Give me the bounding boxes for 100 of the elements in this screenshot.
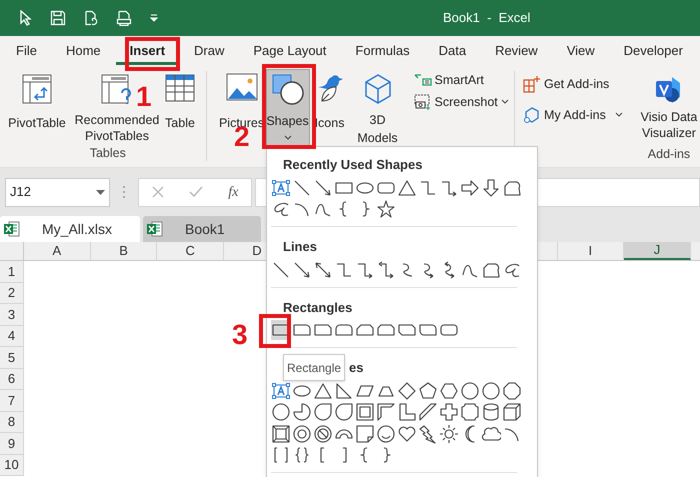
annotation-frame (125, 37, 180, 71)
row-header[interactable]: 9 (0, 433, 24, 454)
section-heading: Rectangles (283, 298, 352, 317)
ribbon-tab[interactable]: Review (481, 36, 552, 65)
customize-toolbar-icon[interactable] (149, 13, 159, 23)
my-add-ins-button[interactable]: My Add-ins (522, 106, 638, 124)
group-label: Tables (90, 145, 126, 162)
heart-icon[interactable] (397, 424, 417, 444)
cylinder-icon[interactable] (481, 402, 501, 422)
window-title: Book1 - Excel (443, 9, 530, 28)
pie-icon[interactable] (292, 402, 312, 422)
sun-icon[interactable] (439, 424, 459, 444)
right-triangle-icon[interactable] (334, 380, 354, 401)
smiley-icon[interactable] (376, 424, 396, 444)
pentagon-icon[interactable] (418, 380, 438, 401)
bevel-icon[interactable] (271, 424, 291, 444)
text-box-icon[interactable] (271, 380, 291, 401)
column-header[interactable]: C (157, 242, 224, 260)
teardrop-icon[interactable] (313, 402, 333, 422)
straight-line-icon[interactable] (271, 260, 291, 280)
visio-data-visualizer-button[interactable]: Visio Data Visualizer (638, 75, 700, 141)
smartart-icon (414, 73, 432, 88)
ribbon-tab[interactable]: Formulas (341, 36, 424, 65)
cross-icon[interactable] (439, 402, 459, 422)
down-arrow-icon[interactable] (481, 178, 501, 198)
workbook-tab[interactable]: Book1 (143, 216, 261, 242)
get-add-ins-button[interactable]: Get Add-ins (522, 75, 638, 94)
row-header[interactable]: 10 (0, 454, 24, 476)
camera-icon (414, 94, 432, 110)
dropdown-arrow-icon (96, 190, 105, 194)
row-header[interactable]: 2 (0, 282, 24, 304)
smartart-button[interactable]: SmartArt (414, 71, 509, 90)
row-header[interactable]: 1 (0, 261, 24, 282)
row-header[interactable]: 5 (0, 347, 24, 368)
row-header[interactable]: 8 (0, 412, 24, 433)
circle-icon[interactable] (271, 402, 291, 422)
straight-line-icon[interactable] (292, 178, 312, 198)
row-header[interactable]: 3 (0, 304, 24, 326)
lightning-icon[interactable] (418, 424, 438, 444)
l-shape-icon[interactable] (397, 402, 417, 422)
triangle-icon[interactable] (313, 380, 333, 401)
diagonal-stripe-icon[interactable] (418, 402, 438, 422)
add-grid-icon (522, 75, 541, 94)
print-preview-icon[interactable] (116, 10, 132, 26)
triangle-icon[interactable] (397, 178, 417, 198)
ribbon-tab[interactable]: Home (52, 36, 115, 65)
shapes-button[interactable]: Shapes (266, 69, 310, 147)
cube-icon (362, 73, 393, 105)
arrow-line-icon[interactable] (292, 260, 312, 280)
row-header[interactable]: 4 (0, 326, 24, 347)
ribbon-tab[interactable]: Data (424, 36, 480, 65)
name-box[interactable]: J12 (5, 178, 110, 206)
annotation-frame (259, 314, 291, 348)
double-arrow-line-icon[interactable] (313, 260, 333, 280)
no-symbol-icon[interactable] (313, 424, 333, 444)
group-label: Add-ins (648, 146, 690, 163)
circle-icon[interactable] (460, 380, 480, 401)
circle-icon[interactable] (481, 380, 501, 401)
caret-icon (284, 134, 292, 141)
column-header[interactable]: A (24, 242, 91, 260)
octagon-icon[interactable] (502, 380, 522, 401)
ribbon-tab[interactable]: Draw (180, 36, 238, 65)
diamond-icon[interactable] (397, 380, 417, 401)
arrow-line-icon[interactable] (313, 178, 333, 198)
right-arrow-icon[interactable] (460, 178, 480, 198)
hexagon-icon (522, 106, 541, 124)
undo-document-icon[interactable] (83, 10, 99, 26)
teardrop-icon[interactable] (334, 402, 354, 422)
screenshot-button[interactable]: Screenshot (414, 92, 509, 112)
insert-function-button[interactable]: fx (228, 182, 238, 202)
section-heading: es (349, 359, 364, 378)
text-box-icon[interactable] (271, 178, 291, 198)
column-header[interactable]: I (558, 242, 624, 260)
row-header[interactable]: 7 (0, 390, 24, 412)
tooltip: Rectangle (283, 354, 346, 381)
workbook-tab[interactable]: My_All.xlsx (0, 216, 140, 242)
ribbon-tab[interactable]: Developer (610, 36, 697, 65)
save-icon[interactable] (50, 10, 66, 26)
column-header[interactable]: B (90, 242, 158, 260)
section-heading: Recently Used Shapes (283, 156, 422, 174)
ribbon-tab[interactable]: Page Layout (239, 36, 340, 65)
row-header[interactable]: 6 (0, 368, 24, 390)
frame-icon[interactable] (355, 402, 375, 422)
pivot-table-button[interactable]: PivotTable (0, 73, 74, 144)
plaque-icon[interactable] (460, 402, 480, 422)
hexagon-icon[interactable] (439, 380, 459, 401)
pointer-icon[interactable] (19, 10, 33, 26)
caret-icon (614, 112, 623, 118)
table-button[interactable]: Table (160, 73, 200, 144)
ribbon-tab[interactable]: File (2, 36, 51, 65)
grip-icon[interactable] (122, 185, 126, 199)
cube-icon[interactable] (502, 402, 522, 422)
star-icon[interactable] (376, 199, 396, 220)
folded-corner-icon[interactable] (355, 424, 375, 444)
elbow-double-arrow-connector-icon[interactable] (376, 260, 396, 280)
check-icon[interactable] (188, 186, 203, 198)
half-frame-icon[interactable] (376, 402, 396, 422)
ribbon-tab[interactable]: View (552, 36, 609, 65)
donut-icon[interactable] (292, 424, 312, 444)
column-header[interactable]: J (624, 242, 691, 260)
